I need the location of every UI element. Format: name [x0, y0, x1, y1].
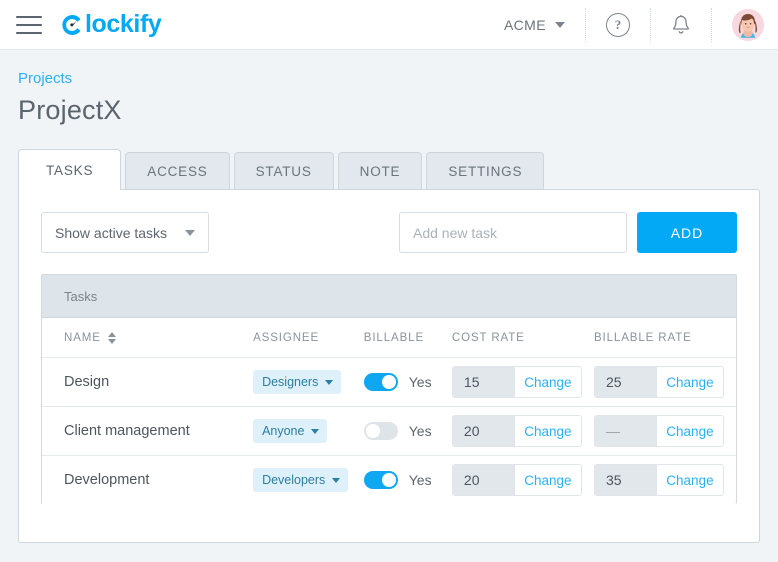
- clockify-logo-icon: [62, 14, 81, 35]
- billable-label: Yes: [408, 374, 432, 390]
- table-row: Design Designers Yes 15 Change 25 Change: [42, 357, 736, 406]
- tasks-toolbar: Show active tasks ADD: [41, 212, 737, 253]
- cost-rate-change-button[interactable]: Change: [513, 465, 581, 495]
- column-header-name[interactable]: NAME: [64, 331, 253, 344]
- user-avatar: [732, 8, 764, 41]
- page-title: ProjectX: [18, 95, 122, 125]
- bell-icon: [673, 14, 689, 34]
- brand-name: lockify: [85, 10, 162, 38]
- notifications-button[interactable]: [651, 7, 712, 42]
- task-filter-value: Show active tasks: [55, 224, 168, 241]
- column-header-cost-rate: COST RATE: [451, 331, 525, 344]
- workspace-switcher[interactable]: ACME: [484, 7, 586, 42]
- task-filter-select[interactable]: Show active tasks: [41, 212, 209, 253]
- billable-toggle[interactable]: [363, 373, 398, 391]
- add-task-button[interactable]: ADD: [637, 212, 737, 253]
- assignee-label: Developers: [262, 473, 326, 487]
- table-row: Client management Anyone Yes 20 Change —…: [42, 406, 736, 455]
- billable-rate-value: —: [594, 416, 656, 446]
- chevron-down-icon: [325, 379, 334, 385]
- tab-settings[interactable]: SETTINGS: [426, 152, 545, 189]
- cost-rate-group: 15 Change: [451, 366, 582, 398]
- assignee-label: Designers: [262, 375, 319, 389]
- table-header-row: NAME ASSIGNEE BILLABLE COST RATE BILLABL…: [42, 317, 736, 357]
- tasks-table: Tasks NAME ASSIGNEE BILLABLE COST RATE B…: [41, 274, 737, 504]
- tab-status[interactable]: STATUS: [233, 152, 334, 189]
- sort-icon: [107, 331, 116, 344]
- billable-rate-group: — Change: [593, 415, 724, 447]
- cost-rate-group: 20 Change: [451, 415, 582, 447]
- column-header-name-label: NAME: [64, 331, 101, 344]
- question-mark-icon: ?: [606, 12, 630, 37]
- tab-tasks[interactable]: TASKS: [18, 149, 122, 190]
- cost-rate-change-button[interactable]: Change: [513, 367, 581, 397]
- chevron-down-icon: [555, 21, 565, 28]
- page-body: Projects ProjectX TASKS ACCESS STATUS NO…: [0, 50, 778, 543]
- cost-rate-value: 20: [452, 465, 514, 495]
- assignee-select[interactable]: Developers: [253, 468, 349, 492]
- cost-rate-value: 20: [452, 416, 514, 446]
- billable-rate-value: 35: [594, 465, 656, 495]
- task-name[interactable]: Client management: [64, 423, 190, 439]
- column-header-billable: BILLABLE: [363, 331, 425, 344]
- brand-logo[interactable]: lockify: [60, 10, 162, 38]
- billable-rate-change-button[interactable]: Change: [655, 367, 723, 397]
- assignee-select[interactable]: Anyone: [253, 419, 328, 443]
- billable-label: Yes: [408, 423, 432, 439]
- cost-rate-change-button[interactable]: Change: [513, 416, 581, 446]
- billable-rate-change-button[interactable]: Change: [655, 416, 723, 446]
- table-section-header: Tasks: [42, 275, 736, 317]
- tab-note[interactable]: NOTE: [337, 152, 423, 189]
- assignee-select[interactable]: Designers: [253, 370, 342, 394]
- chevron-down-icon: [185, 229, 195, 236]
- table-row: Development Developers Yes 20 Change 35 …: [42, 455, 736, 504]
- tasks-panel: Show active tasks ADD Tasks NAME ASSIGNE…: [18, 189, 760, 543]
- tab-bar: TASKS ACCESS STATUS NOTE SETTINGS: [18, 149, 760, 190]
- app-header: lockify ACME ?: [0, 0, 778, 50]
- billable-rate-value: 25: [594, 367, 656, 397]
- column-header-billable-rate: BILLABLE RATE: [593, 331, 692, 344]
- billable-rate-change-button[interactable]: Change: [655, 465, 723, 495]
- help-button[interactable]: ?: [586, 7, 651, 42]
- column-header-assignee: ASSIGNEE: [253, 331, 320, 344]
- new-task-input[interactable]: [399, 212, 627, 253]
- tab-access[interactable]: ACCESS: [125, 152, 230, 189]
- hamburger-icon[interactable]: [16, 15, 42, 34]
- task-name[interactable]: Development: [64, 472, 149, 488]
- breadcrumb[interactable]: Projects: [18, 50, 72, 87]
- user-menu[interactable]: [712, 8, 778, 42]
- chevron-down-icon: [311, 428, 320, 434]
- header-actions: ACME ?: [484, 0, 778, 49]
- assignee-label: Anyone: [262, 424, 305, 438]
- task-name[interactable]: Design: [64, 374, 109, 390]
- billable-toggle[interactable]: [363, 471, 398, 489]
- workspace-label: ACME: [503, 16, 546, 33]
- billable-toggle[interactable]: [363, 422, 398, 440]
- cost-rate-value: 15: [452, 367, 514, 397]
- billable-rate-group: 35 Change: [593, 464, 724, 496]
- billable-rate-group: 25 Change: [593, 366, 724, 398]
- chevron-down-icon: [332, 477, 341, 483]
- billable-label: Yes: [408, 472, 432, 488]
- cost-rate-group: 20 Change: [451, 464, 582, 496]
